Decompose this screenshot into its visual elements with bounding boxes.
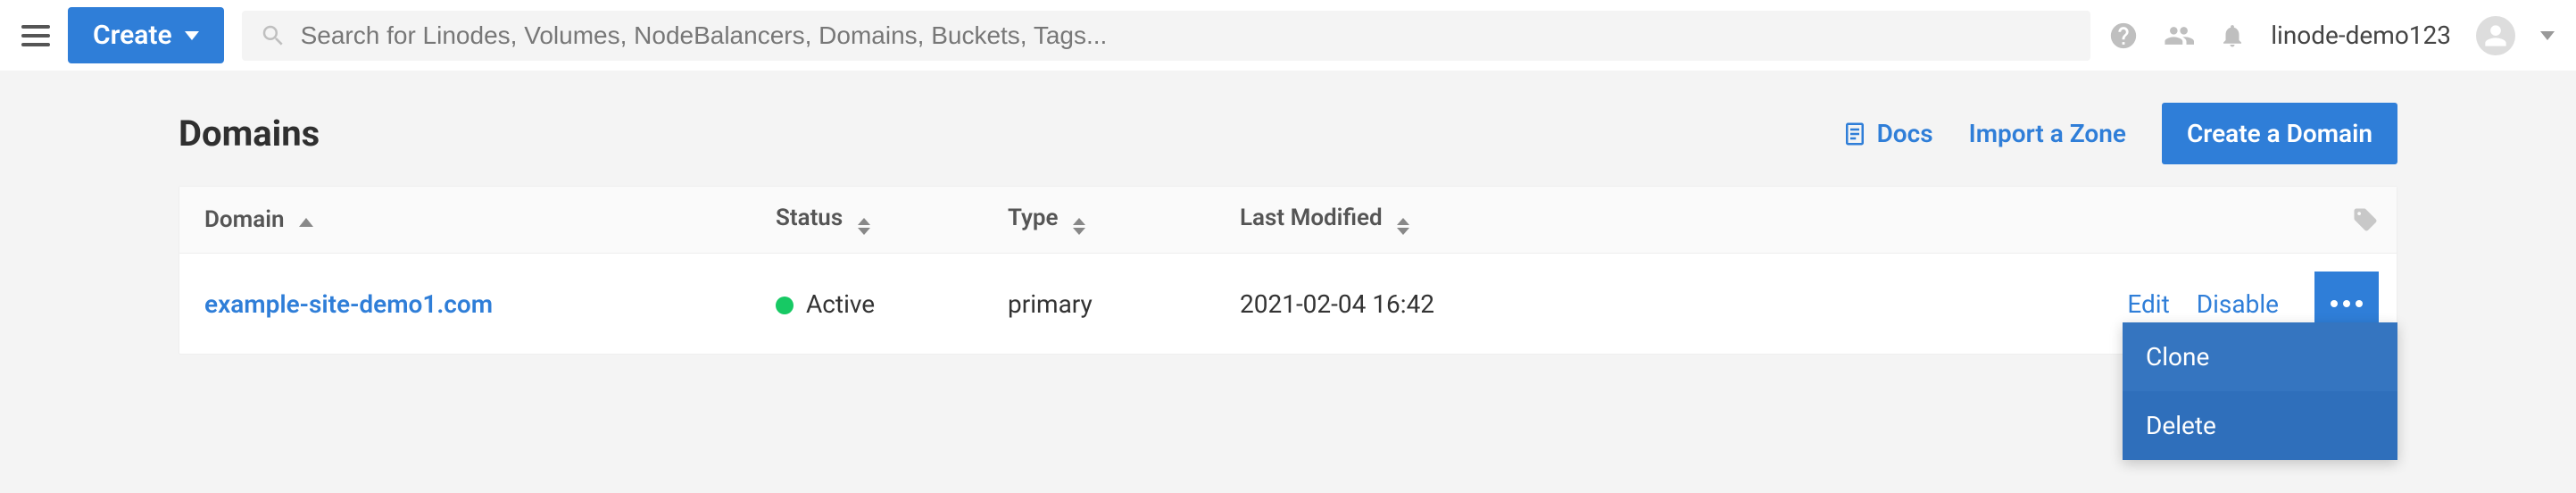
type-text: primary xyxy=(1008,289,1093,319)
menu-toggle[interactable] xyxy=(21,21,50,50)
docs-link[interactable]: Docs xyxy=(1841,119,1933,149)
username-label: linode-demo123 xyxy=(2271,21,2451,50)
table-row: example-site-demo1.com Active primary 20… xyxy=(179,253,2397,354)
status-text: Active xyxy=(806,289,875,319)
import-zone-link[interactable]: Import a Zone xyxy=(1969,119,2126,148)
page-title: Domains xyxy=(179,113,320,155)
search-input[interactable] xyxy=(301,21,2073,50)
col-header-last-modified[interactable]: Last Modified xyxy=(1215,187,1661,253)
chevron-down-icon xyxy=(185,31,199,40)
domain-link[interactable]: example-site-demo1.com xyxy=(204,289,493,319)
search-container[interactable] xyxy=(242,11,2091,61)
tag-icon xyxy=(2352,206,2379,233)
kebab-icon xyxy=(2331,300,2363,307)
create-button-label: Create xyxy=(93,20,172,51)
create-domain-label: Create a Domain xyxy=(2187,119,2372,148)
disable-action[interactable]: Disable xyxy=(2197,289,2279,319)
search-icon xyxy=(260,22,287,49)
col-header-status[interactable]: Status xyxy=(751,187,983,253)
docs-icon xyxy=(1841,119,1868,149)
docs-label: Docs xyxy=(1877,119,1933,148)
person-icon xyxy=(2483,23,2508,48)
col-header-domain[interactable]: Domain xyxy=(179,188,751,251)
bell-icon[interactable] xyxy=(2219,21,2246,51)
menu-item-delete[interactable]: Delete xyxy=(2123,391,2397,460)
sort-icon xyxy=(1073,218,1085,235)
domains-table: Domain Status Type Last Modified example… xyxy=(179,186,2397,355)
status-dot-icon xyxy=(776,297,794,314)
avatar[interactable] xyxy=(2476,16,2515,55)
menu-item-clone[interactable]: Clone xyxy=(2123,322,2397,391)
col-header-type[interactable]: Type xyxy=(983,187,1215,253)
create-domain-button[interactable]: Create a Domain xyxy=(2162,103,2397,164)
col-header-tags[interactable] xyxy=(1661,188,2397,251)
row-actions-menu: Clone Delete xyxy=(2123,322,2397,460)
create-button[interactable]: Create xyxy=(68,7,224,63)
last-modified-text: 2021-02-04 16:42 xyxy=(1240,289,1434,319)
help-icon[interactable] xyxy=(2108,21,2139,51)
sort-asc-icon xyxy=(299,218,313,227)
account-chevron-icon[interactable] xyxy=(2540,31,2555,40)
sort-icon xyxy=(858,218,870,235)
sort-icon xyxy=(1397,218,1409,235)
edit-action[interactable]: Edit xyxy=(2127,289,2169,319)
community-icon[interactable] xyxy=(2164,21,2194,51)
